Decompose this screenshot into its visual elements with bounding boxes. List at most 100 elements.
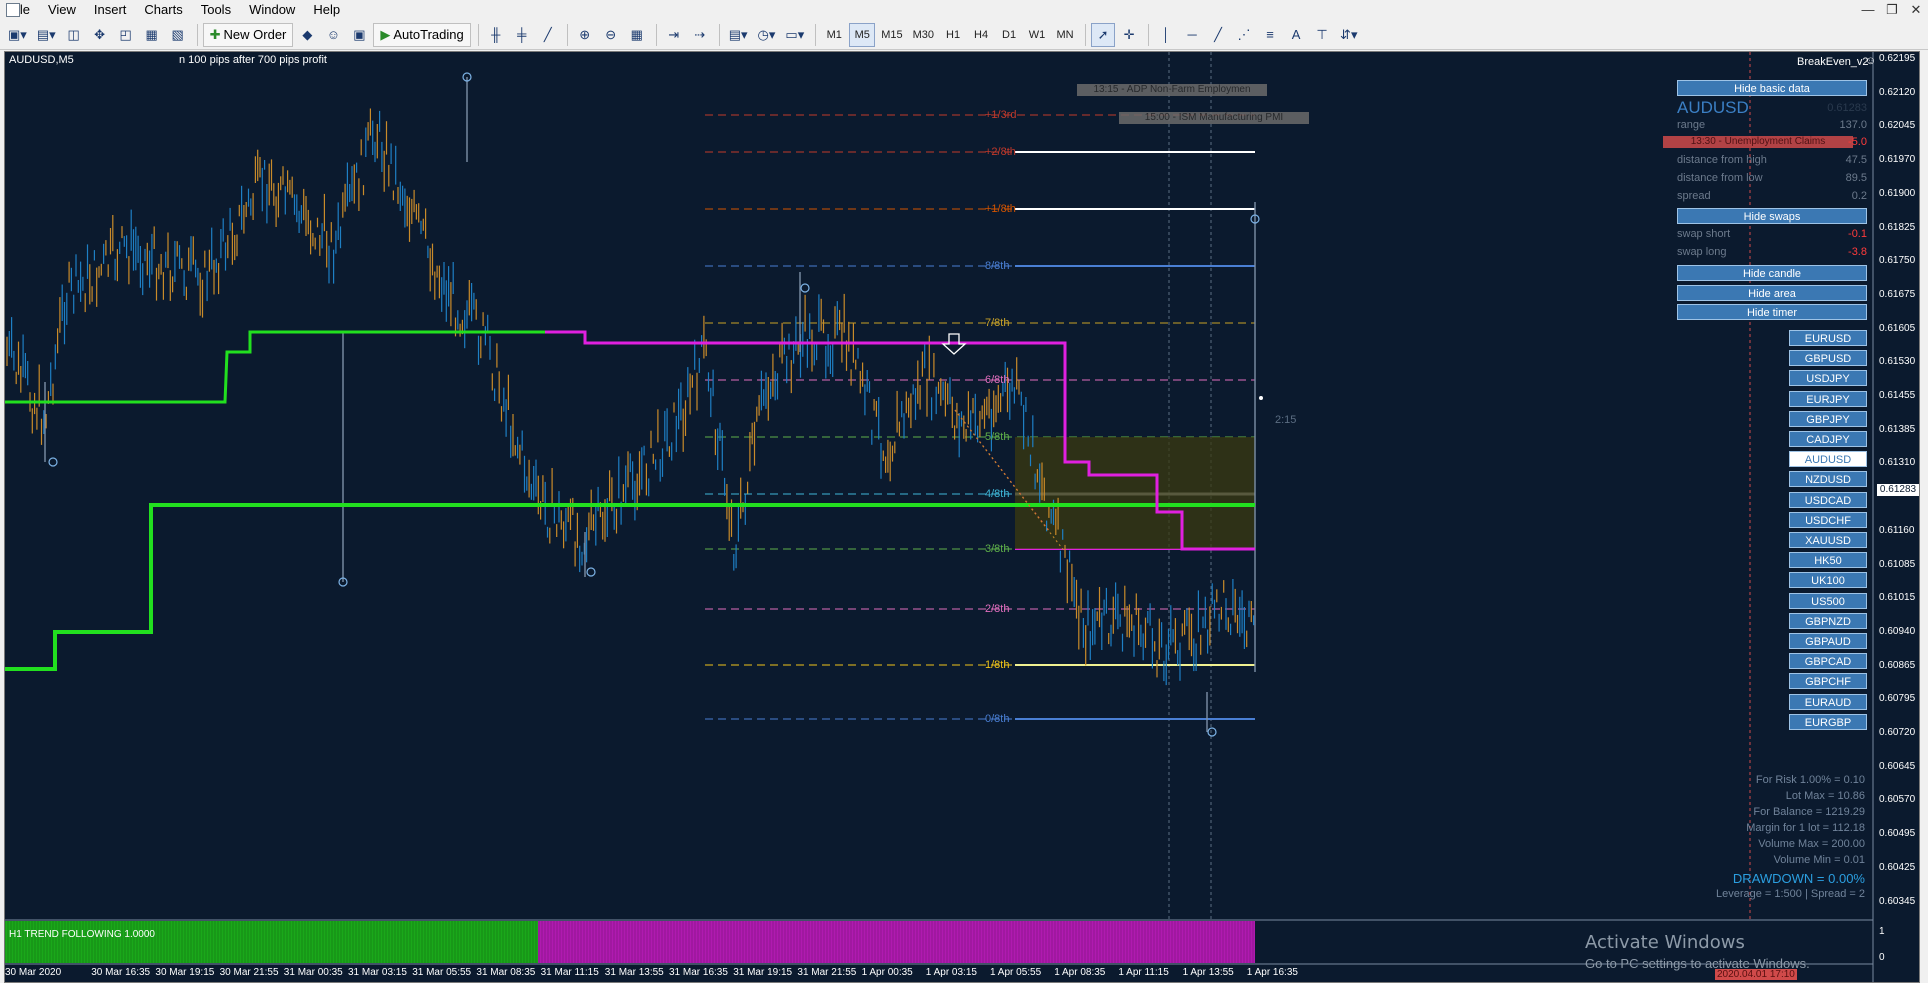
mm-line: For Risk 1.00% = 0.10 bbox=[1755, 774, 1865, 786]
new-order-button[interactable]: ✚ New Order bbox=[202, 22, 294, 47]
horizontal-line-icon[interactable]: ─ bbox=[1180, 23, 1204, 47]
menu-view[interactable]: View bbox=[39, 0, 85, 20]
restore-button[interactable]: ❐ bbox=[1880, 0, 1904, 20]
market-watch-icon[interactable]: ◫ bbox=[62, 23, 86, 47]
pivot-marker bbox=[1207, 727, 1217, 737]
timeframe-w1[interactable]: W1 bbox=[1024, 23, 1050, 47]
mm-line: For Balance = 1219.29 bbox=[1753, 806, 1865, 818]
channel-icon[interactable]: ⋰ bbox=[1232, 23, 1256, 47]
cursor-icon[interactable]: ➚ bbox=[1091, 22, 1116, 47]
murrey-level-label: 5/8th bbox=[985, 431, 1010, 443]
symbol-button-euraud[interactable]: EURAUD bbox=[1789, 693, 1867, 710]
menu-charts[interactable]: Charts bbox=[135, 0, 191, 20]
price-axis-label: 0.61825 bbox=[1879, 221, 1916, 233]
symbol-button-eurgbp[interactable]: EURGBP bbox=[1789, 713, 1867, 730]
candlestick-icon[interactable]: ╪ bbox=[510, 23, 534, 47]
menu-help[interactable]: Help bbox=[304, 0, 349, 20]
autoscroll-icon[interactable]: ⇢ bbox=[688, 23, 712, 47]
activate-windows-subtitle: Go to PC settings to activate Windows. bbox=[1585, 956, 1810, 971]
zoom-in-icon[interactable]: ⊕ bbox=[573, 23, 597, 47]
timeframe-mn[interactable]: MN bbox=[1052, 23, 1078, 47]
symbol-button-gbpusd[interactable]: GBPUSD bbox=[1789, 350, 1867, 367]
toolbar-separator bbox=[477, 23, 479, 46]
metaeditor-icon[interactable]: ◆ bbox=[295, 23, 319, 47]
symbol-button-gbpcad[interactable]: GBPCAD bbox=[1789, 653, 1867, 670]
price-chart[interactable] bbox=[5, 52, 1920, 983]
symbol-button-us500[interactable]: US500 bbox=[1789, 592, 1867, 609]
symbol-button-usdchf[interactable]: USDCHF bbox=[1789, 511, 1867, 528]
vps-icon[interactable]: ▣ bbox=[347, 23, 371, 47]
price-axis-label: 0.61085 bbox=[1879, 558, 1916, 570]
text-label-icon[interactable]: ⊤ bbox=[1310, 23, 1334, 47]
timeframe-m1[interactable]: M1 bbox=[821, 23, 847, 47]
symbol-button-gbpchf[interactable]: GBPCHF bbox=[1789, 673, 1867, 690]
price-axis-label: 0.60940 bbox=[1879, 625, 1916, 637]
chart-window[interactable]: AUDUSD,M5 n 100 pips after 700 pips prof… bbox=[4, 51, 1920, 983]
panel-symbol-price: 0.61283 bbox=[1827, 102, 1867, 114]
panel-symbol: AUDUSD bbox=[1677, 98, 1749, 117]
time-axis-label: 31 Mar 05:55 bbox=[412, 967, 472, 978]
symbol-button-xauusd[interactable]: XAUUSD bbox=[1789, 532, 1867, 548]
profiles-icon[interactable]: ▤▾ bbox=[33, 23, 60, 47]
bar-chart-icon[interactable]: ╫ bbox=[484, 23, 508, 47]
symbol-button-audusd[interactable]: AUDUSD bbox=[1789, 451, 1867, 468]
toolbar: ▣▾ ▤▾ ◫ ✥ ◰ ▦ ▧ ✚ New Order ◆ ☺ ▣ ▶ AutoTr… bbox=[0, 20, 1928, 50]
templates-icon[interactable]: ▭▾ bbox=[781, 23, 808, 47]
autotrading-button[interactable]: ▶ AutoTrading bbox=[373, 22, 471, 47]
panel-range-value: 137.0 bbox=[1839, 119, 1867, 131]
line-chart-icon[interactable]: ╱ bbox=[536, 23, 560, 47]
menu-bar: File View Insert Charts Tools Window Hel… bbox=[0, 0, 1928, 20]
timeframe-d1[interactable]: D1 bbox=[996, 23, 1022, 47]
menu-insert[interactable]: Insert bbox=[85, 0, 136, 20]
chart-shift-icon[interactable]: ⇥ bbox=[662, 23, 686, 47]
time-axis-label: 31 Mar 13:55 bbox=[604, 967, 664, 978]
symbol-button-usdjpy[interactable]: USDJPY bbox=[1789, 370, 1867, 387]
trendline-icon[interactable]: ╱ bbox=[1206, 23, 1230, 47]
timeframe-h1[interactable]: H1 bbox=[940, 23, 966, 47]
tile-windows-icon[interactable]: ▦ bbox=[625, 23, 649, 47]
hide-basic-data-button[interactable]: Hide basic data bbox=[1677, 80, 1867, 96]
symbol-button-uk100[interactable]: UK100 bbox=[1789, 572, 1867, 589]
navigator-icon[interactable]: ✥ bbox=[88, 23, 112, 47]
timeframe-m15[interactable]: M15 bbox=[877, 23, 906, 47]
symbol-button-eurjpy[interactable]: EURJPY bbox=[1789, 390, 1867, 407]
symbol-button-usdcad[interactable]: USDCAD bbox=[1789, 491, 1867, 508]
tester-icon[interactable]: ▧ bbox=[166, 23, 190, 47]
fibonacci-icon[interactable]: ≡ bbox=[1258, 23, 1282, 47]
text-tool-icon[interactable]: A bbox=[1284, 23, 1308, 47]
zoom-out-icon[interactable]: ⊖ bbox=[599, 23, 623, 47]
symbol-button-cadjpy[interactable]: CADJPY bbox=[1789, 431, 1867, 447]
hide-swaps-button[interactable]: Hide swaps bbox=[1677, 208, 1867, 224]
terminal-icon[interactable]: ▦ bbox=[140, 23, 164, 47]
data-window-icon[interactable]: ◰ bbox=[114, 23, 138, 47]
murrey-level-label: 4/8th bbox=[985, 488, 1010, 500]
new-chart-icon[interactable]: ▣▾ bbox=[4, 23, 31, 47]
murrey-level-label: 6/8th bbox=[985, 374, 1010, 386]
symbol-button-gbpjpy[interactable]: GBPJPY bbox=[1789, 410, 1867, 427]
new-order-icon: ✚ bbox=[209, 26, 221, 42]
periods-icon[interactable]: ◷▾ bbox=[754, 23, 780, 47]
timeframe-h4[interactable]: H4 bbox=[968, 23, 994, 47]
indicators-icon[interactable]: ▤▾ bbox=[725, 23, 752, 47]
hide-candle-button[interactable]: Hide candle bbox=[1677, 265, 1867, 281]
hide-timer-button[interactable]: Hide timer bbox=[1677, 304, 1867, 320]
symbol-button-eurusd[interactable]: EURUSD bbox=[1789, 330, 1867, 346]
symbol-button-hk50[interactable]: HK50 bbox=[1789, 552, 1867, 569]
panel-dist-high-value: 47.5 bbox=[1845, 154, 1867, 166]
menu-tools[interactable]: Tools bbox=[192, 0, 240, 20]
symbol-button-gbpnzd[interactable]: GBPNZD bbox=[1789, 612, 1867, 629]
arrows-icon[interactable]: ⇵▾ bbox=[1336, 23, 1361, 47]
signals-icon[interactable]: ☺ bbox=[321, 23, 345, 47]
menu-window[interactable]: Window bbox=[240, 0, 304, 20]
close-button[interactable]: ✕ bbox=[1904, 0, 1928, 20]
timeframe-m5[interactable]: M5 bbox=[849, 22, 876, 47]
vertical-line-icon[interactable]: │ bbox=[1154, 23, 1178, 47]
crosshair-icon[interactable]: ✛ bbox=[1117, 23, 1141, 47]
timeframe-m30[interactable]: M30 bbox=[909, 23, 938, 47]
price-axis-label: 0.60720 bbox=[1879, 727, 1916, 738]
symbol-button-nzdusd[interactable]: NZDUSD bbox=[1789, 471, 1867, 488]
minimize-button[interactable]: — bbox=[1856, 0, 1880, 20]
hide-area-button[interactable]: Hide area bbox=[1677, 285, 1867, 301]
murrey-level-label: 0/8th bbox=[985, 713, 1010, 725]
symbol-button-gbpaud[interactable]: GBPAUD bbox=[1789, 633, 1867, 649]
